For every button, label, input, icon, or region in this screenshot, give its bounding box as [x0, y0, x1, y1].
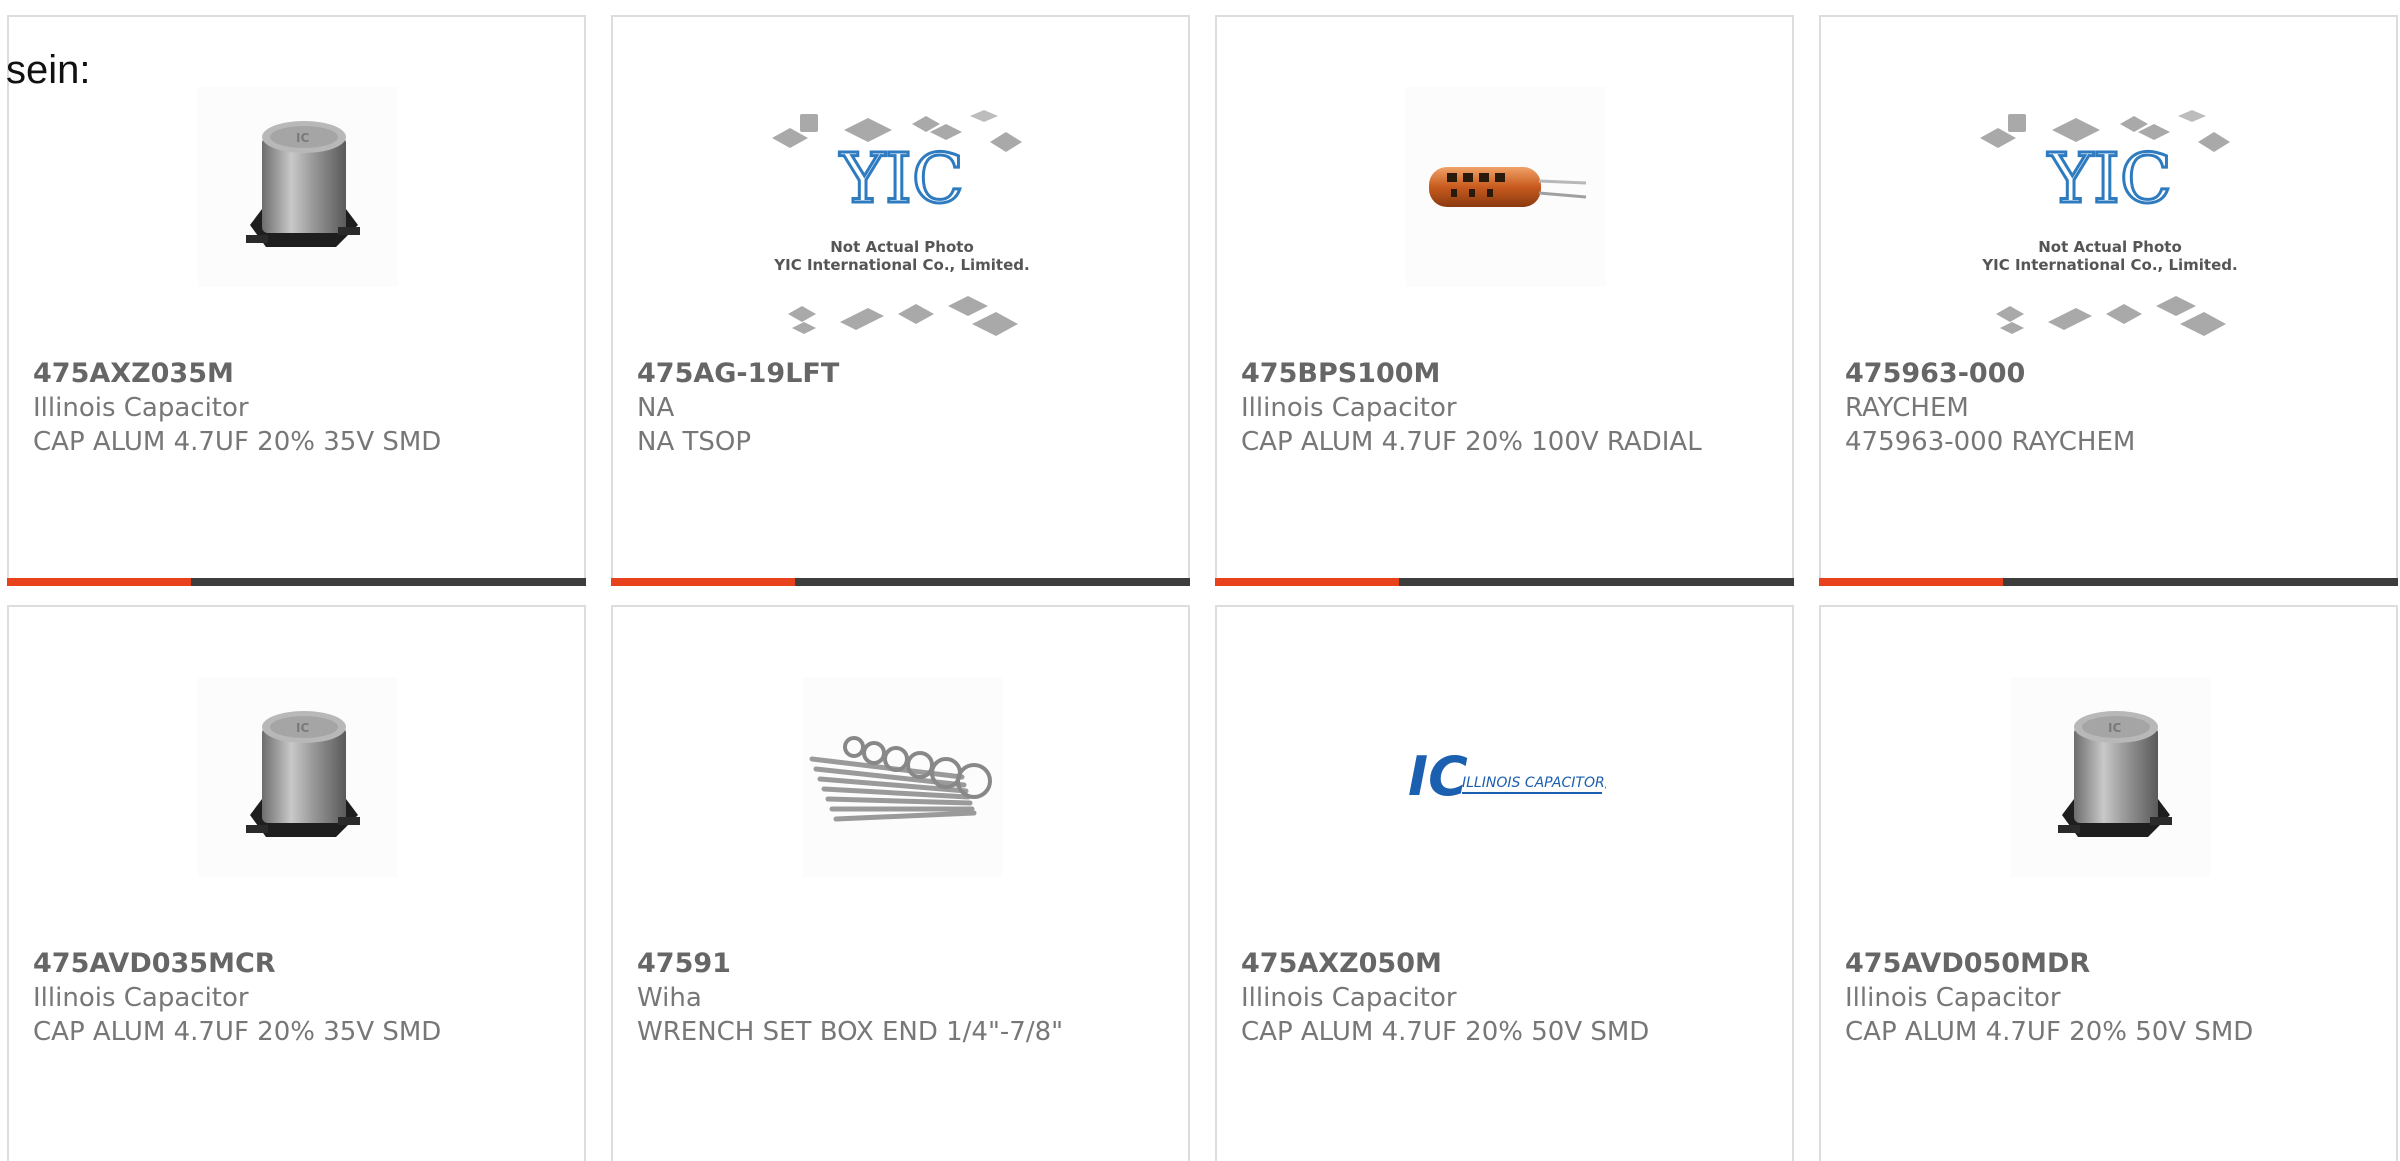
part-number[interactable]: 47591: [637, 947, 1164, 981]
product-info: 475AVD050MDR Illinois Capacitor CAP ALUM…: [1845, 947, 2372, 1049]
product-info: 47591 Wiha WRENCH SET BOX END 1/4"-7/8": [637, 947, 1164, 1049]
placeholder-caption-1: Not Actual Photo: [2038, 238, 2182, 256]
placeholder-caption-1: Not Actual Photo: [830, 238, 974, 256]
product-card[interactable]: YIC Not Actual Photo YIC International C…: [1819, 15, 2398, 586]
placeholder-caption-2: YIC International Co., Limited.: [773, 256, 1029, 274]
manufacturer: Illinois Capacitor: [1241, 983, 1457, 1013]
description: CAP ALUM 4.7UF 20% 100V RADIAL: [1241, 427, 1702, 457]
product-info: 475963-000 RAYCHEM 475963-000 RAYCHEM: [1845, 357, 2372, 459]
manufacturer: NA: [637, 393, 675, 423]
illinois-capacitor-logo-image: IC ILLINOIS CAPACITOR, INC.: [1406, 677, 1606, 877]
manufacturer: Illinois Capacitor: [1241, 393, 1457, 423]
placeholder-caption-2: YIC International Co., Limited.: [1981, 256, 2237, 274]
product-info: 475AVD035MCR Illinois Capacitor CAP ALUM…: [33, 947, 560, 1049]
part-number[interactable]: 475AXZ035M: [33, 357, 560, 391]
yic-placeholder-image: YIC Not Actual Photo YIC International C…: [768, 87, 1036, 367]
product-info: 475AXZ050M Illinois Capacitor CAP ALUM 4…: [1241, 947, 1768, 1049]
card-accent-bar: [1819, 578, 2398, 586]
description: NA TSOP: [637, 427, 752, 457]
description: CAP ALUM 4.7UF 20% 35V SMD: [33, 1017, 442, 1047]
smd-capacitor-image: IC: [2010, 677, 2210, 877]
part-number[interactable]: 475AG-19LFT: [637, 357, 1164, 391]
description: CAP ALUM 4.7UF 20% 50V SMD: [1845, 1017, 2254, 1047]
manufacturer: Wiha: [637, 983, 702, 1013]
manufacturer: Illinois Capacitor: [33, 983, 249, 1013]
smd-capacitor-image: IC: [198, 677, 398, 877]
smd-capacitor-image: IC: [198, 87, 398, 287]
part-number[interactable]: 475AXZ050M: [1241, 947, 1768, 981]
svg-text:IC: IC: [2108, 721, 2121, 735]
description: 475963-000 RAYCHEM: [1845, 427, 2136, 457]
manufacturer: Illinois Capacitor: [33, 393, 249, 423]
card-accent-bar: [611, 578, 1190, 586]
manufacturer: RAYCHEM: [1845, 393, 1969, 423]
description: CAP ALUM 4.7UF 20% 50V SMD: [1241, 1017, 1650, 1047]
yic-placeholder-image: YIC Not Actual Photo YIC International C…: [1976, 87, 2244, 367]
product-info: 475AG-19LFT NA NA TSOP: [637, 357, 1164, 459]
product-info: 475AXZ035M Illinois Capacitor CAP ALUM 4…: [33, 357, 560, 459]
heading-fragment: sein:: [6, 48, 91, 92]
product-card[interactable]: 475BPS100M Illinois Capacitor CAP ALUM 4…: [1215, 15, 1794, 586]
card-accent-bar: [1215, 578, 1794, 586]
product-card[interactable]: IC 475AXZ035M Illinois Capacitor CAP ALU…: [7, 15, 586, 586]
product-card[interactable]: IC 475AVD050MDR Illinois Capacitor CAP A…: [1819, 605, 2398, 1161]
yic-logo: YIC: [2047, 140, 2172, 219]
part-number[interactable]: 475AVD050MDR: [1845, 947, 2372, 981]
product-info: 475BPS100M Illinois Capacitor CAP ALUM 4…: [1241, 357, 1768, 459]
part-number[interactable]: 475AVD035MCR: [33, 947, 560, 981]
product-card[interactable]: 47591 Wiha WRENCH SET BOX END 1/4"-7/8": [611, 605, 1190, 1161]
radial-capacitor-image: [1406, 87, 1606, 287]
description: CAP ALUM 4.7UF 20% 35V SMD: [33, 427, 442, 457]
part-number[interactable]: 475963-000: [1845, 357, 2372, 391]
product-card[interactable]: YIC Not Actual Photo YIC International C…: [611, 15, 1190, 586]
product-card[interactable]: IC ILLINOIS CAPACITOR, INC. 475AXZ050M I…: [1215, 605, 1794, 1161]
yic-logo: YIC: [839, 140, 964, 219]
part-number[interactable]: 475BPS100M: [1241, 357, 1768, 391]
ic-logo-mark: IC: [1408, 745, 1468, 808]
wrench-set-image: [802, 677, 1002, 877]
description: WRENCH SET BOX END 1/4"-7/8": [637, 1017, 1064, 1047]
product-card[interactable]: IC 475AVD035MCR Illinois Capacitor CAP A…: [7, 605, 586, 1161]
manufacturer: Illinois Capacitor: [1845, 983, 2061, 1013]
svg-text:IC: IC: [296, 131, 309, 145]
svg-text:IC: IC: [296, 721, 309, 735]
ic-logo-text: ILLINOIS CAPACITOR, INC.: [1462, 775, 1606, 791]
product-grid-page: sein: IC 475AXZ035M Illinois Capacitor C…: [0, 0, 2400, 1161]
card-accent-bar: [7, 578, 586, 586]
